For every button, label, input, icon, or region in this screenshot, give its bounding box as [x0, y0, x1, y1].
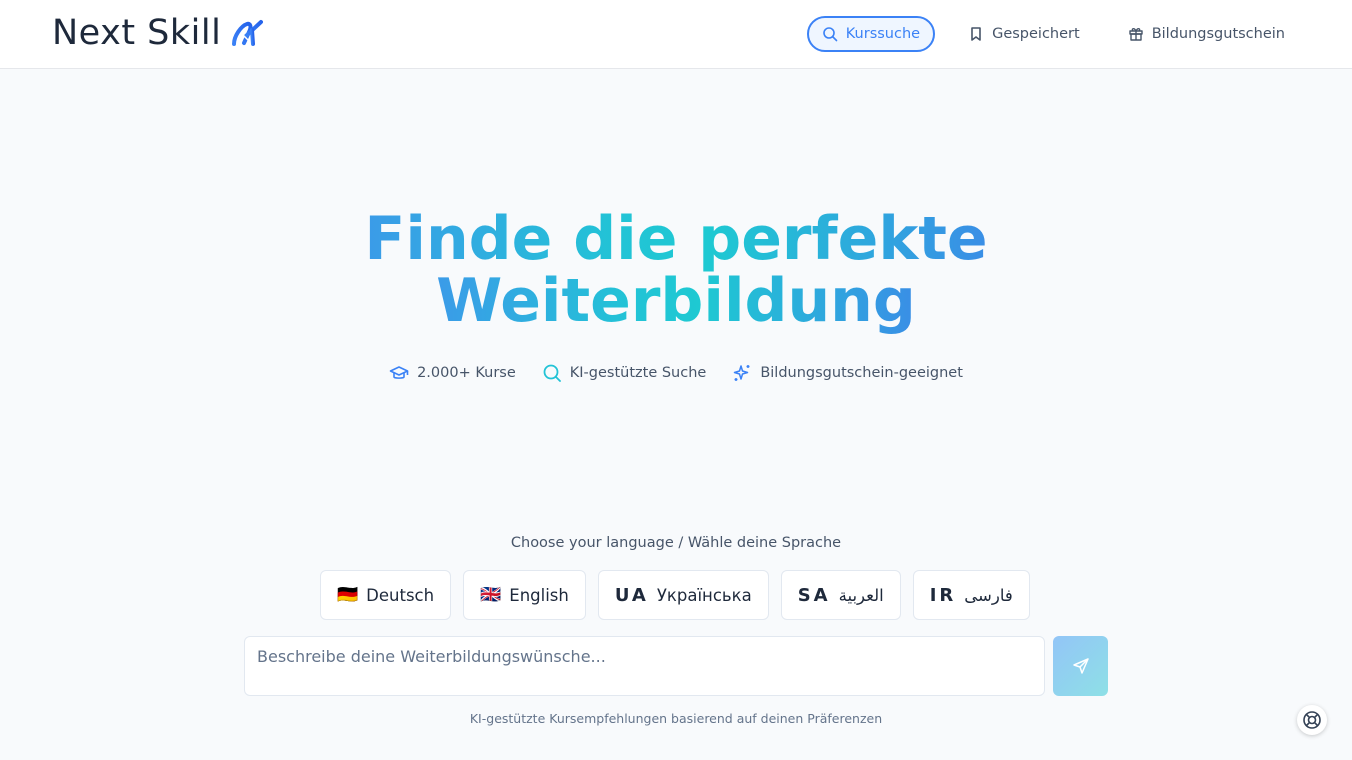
send-icon	[1072, 658, 1089, 674]
prompt-box	[244, 636, 1045, 696]
language-button-ukrainian[interactable]: UA Українська	[597, 570, 769, 620]
flag-de-icon: 🇩🇪	[337, 584, 359, 605]
feature-courses: 2.000+ Kurse	[389, 360, 516, 386]
language-label: Choose your language / Wähle deine Sprac…	[510, 535, 842, 551]
hero-title-line-2: Weiterbildung	[436, 266, 916, 336]
graduation-cap-icon	[389, 366, 409, 379]
logo[interactable]: Next Skill	[52, 12, 264, 54]
search-icon	[543, 364, 561, 382]
feature-label: Bildungsgutschein-geeignet	[760, 365, 963, 381]
nav-item-kurssuche[interactable]: Kurssuche	[806, 16, 936, 52]
gift-icon	[1129, 28, 1143, 41]
brand-mark-icon	[232, 20, 264, 46]
language-label: Deutsch	[366, 585, 435, 605]
help-button[interactable]	[1297, 705, 1327, 735]
hero-title: Finde die perfekte Weiterbildung	[0, 208, 1352, 332]
nav-item-label: Bildungsgutschein	[1151, 26, 1285, 42]
bookmark-icon	[971, 27, 981, 41]
language-label: العربية	[838, 585, 884, 605]
language-button-english[interactable]: 🇬🇧 English	[463, 570, 586, 620]
language-button-deutsch[interactable]: 🇩🇪 Deutsch	[320, 570, 452, 620]
main-nav: Kurssuche Gespeichert Bildungsgutschein	[806, 16, 1300, 52]
brand-name: Next Skill	[52, 13, 222, 53]
feature-label: 2.000+ Kurse	[417, 365, 516, 381]
top-header: Next Skill Kurssuche Gespeichert Bildung…	[0, 0, 1352, 69]
feature-ai-search: KI-gestützte Suche	[542, 360, 707, 386]
nav-item-gespeichert[interactable]: Gespeichert	[953, 16, 1095, 52]
sparkles-icon	[734, 365, 750, 381]
feature-list: 2.000+ Kurse KI-gestützte Suche Bildungs…	[0, 360, 1352, 386]
hero-title-line-1: Finde die perfekte	[364, 204, 988, 274]
prompt-input[interactable]	[245, 637, 1044, 695]
nav-item-bildungsgutschein[interactable]: Bildungsgutschein	[1113, 16, 1300, 52]
language-label: Українська	[656, 585, 752, 605]
prompt-hint: KI-gestützte Kursempfehlungen basierend …	[469, 711, 883, 726]
nav-item-label: Gespeichert	[992, 26, 1080, 42]
feature-label: KI-gestützte Suche	[569, 365, 707, 381]
search-icon	[822, 27, 838, 42]
send-button[interactable]	[1053, 636, 1108, 696]
nav-item-label: Kurssuche	[845, 26, 921, 42]
flag-ir-icon: IR	[929, 584, 957, 606]
life-buoy-icon	[1303, 711, 1321, 729]
flag-sa-icon: SA	[797, 584, 831, 606]
language-label: فارسی	[964, 585, 1013, 605]
flag-gb-icon: 🇬🇧	[480, 584, 502, 605]
language-button-arabic[interactable]: SA العربية	[780, 570, 901, 620]
language-label: English	[509, 585, 569, 605]
flag-ua-icon: UA	[614, 584, 649, 606]
feature-voucher: Bildungsgutschein-geeignet	[732, 360, 963, 386]
language-selector: 🇩🇪 Deutsch 🇬🇧 English UA Українська SA ا…	[320, 570, 1030, 620]
language-button-farsi[interactable]: IR فارسی	[912, 570, 1030, 620]
